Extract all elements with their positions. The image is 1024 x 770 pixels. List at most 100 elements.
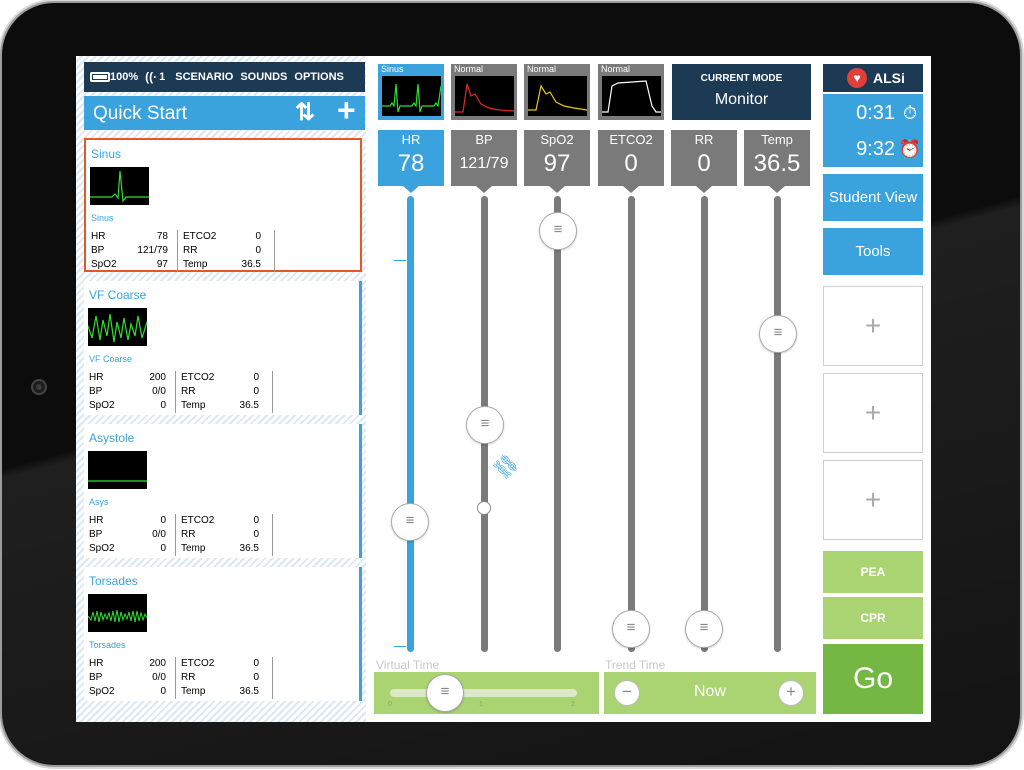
scenario-card-vf-coarse[interactable]: VF Coarse VF Coarse HR 200 ETCO2 0 BP 0/0 RR 0… xyxy=(84,281,362,415)
quick-start-header: Quick Start ⇅ + xyxy=(84,92,365,130)
alarm-clock-icon[interactable]: ⏰ xyxy=(897,139,923,160)
vital-label: Temp xyxy=(181,686,206,697)
hr-slider-handle[interactable]: ≡ xyxy=(391,503,429,541)
rr-slider-track[interactable] xyxy=(701,196,708,652)
vital-name: Temp xyxy=(761,132,793,147)
app-screen: 100% ((· 1 SCENARIO SOUNDS OPTIONS Quick… xyxy=(76,56,931,722)
virtual-time-track[interactable] xyxy=(390,689,577,697)
timers-panel: 0:31 ⏱ 9:32 ⏰ xyxy=(823,94,923,167)
trend-time-label: Trend Time xyxy=(605,658,666,672)
pea-button[interactable]: PEA xyxy=(823,551,923,593)
temp-slider-track[interactable] xyxy=(774,196,781,652)
link-icon[interactable]: ⛓ xyxy=(488,449,524,485)
vital-label: SpO2 xyxy=(89,400,115,411)
menu-options[interactable]: OPTIONS xyxy=(294,71,344,83)
vital-label: RR xyxy=(183,245,198,256)
ecg-thumbnail xyxy=(88,451,147,489)
vitals-grid: HR 200 ETCO2 0 BP 0/0 RR 0 SpO2 0 Temp 36.5 xyxy=(89,657,273,699)
vital-value: 97 xyxy=(543,150,571,177)
bp-diastolic-handle[interactable] xyxy=(477,501,491,515)
menu-scenario[interactable]: SCENARIO xyxy=(175,71,233,83)
scenario-card-asystole[interactable]: Asystole Asys HR 0 ETCO2 0 BP 0/0 RR 0 SpO2 0 Te… xyxy=(84,424,362,558)
vital-label: ETCO2 xyxy=(181,372,215,383)
vital-value: 0 xyxy=(255,231,261,242)
vital-value: 0 xyxy=(697,150,711,177)
alsi-logo-icon: ♥ xyxy=(847,68,867,88)
bp-value-box[interactable]: BP 121/79 xyxy=(451,123,517,193)
spo2-waveform xyxy=(528,84,587,111)
etco2-slider-handle[interactable]: ≡ xyxy=(612,610,650,648)
alsi-logo: ♥ ALSi xyxy=(823,64,923,92)
tools-button[interactable]: Tools xyxy=(823,228,923,275)
etco2-waveform xyxy=(602,80,661,113)
vital-value: 0 xyxy=(160,686,166,697)
vital-name: HR xyxy=(401,132,421,147)
temp-value-box[interactable]: Temp 36.5 xyxy=(744,130,810,193)
vital-name: RR xyxy=(694,132,714,147)
vital-value: 36.5 xyxy=(241,259,261,270)
spo2-value-box[interactable]: SpO2 97 xyxy=(524,123,590,193)
vital-label: Temp xyxy=(181,543,206,554)
add-slot-button-1[interactable]: + xyxy=(823,286,923,366)
vital-value: 78 xyxy=(156,231,168,242)
sort-icon[interactable]: ⇅ xyxy=(295,98,315,127)
scope-label: Sinus xyxy=(381,64,404,74)
etco2-slider-track[interactable] xyxy=(628,196,635,652)
virtual-time-tick: 2 xyxy=(571,701,575,708)
hr-waveform xyxy=(382,83,441,113)
vital-label: ETCO2 xyxy=(181,515,215,526)
ecg-waveform xyxy=(88,609,147,623)
etco2-scope-tile[interactable]: Normal xyxy=(598,64,664,120)
vital-value: 0 xyxy=(624,150,638,177)
vital-name: ETCO2 xyxy=(609,132,653,147)
cpr-button[interactable]: CPR xyxy=(823,597,923,639)
vital-value: 97 xyxy=(156,259,168,270)
vital-value: 36.5 xyxy=(239,686,259,697)
scenario-card-torsades[interactable]: Torsades Torsades HR 200 ETCO2 0 BP 0/0 RR 0 S… xyxy=(84,567,362,701)
rr-value-box[interactable]: RR 0 xyxy=(671,130,737,193)
quick-start-title: Quick Start xyxy=(93,103,187,124)
vital-value: 0 xyxy=(253,515,259,526)
vital-value: 0/0 xyxy=(152,386,166,397)
vital-value: 200 xyxy=(149,372,166,383)
scenario-card-sinus[interactable]: Sinus Sinus HR 78 ETCO2 0 BP 121/79 RR 0 SpO2 9… xyxy=(84,138,362,272)
student-view-button[interactable]: Student View xyxy=(823,174,923,221)
virtual-time-handle[interactable]: ≡ xyxy=(426,674,464,712)
vital-label: BP xyxy=(89,386,103,397)
hr-scope-tile[interactable]: Sinus xyxy=(378,64,444,120)
vital-label: RR xyxy=(181,529,196,540)
temp-slider-handle[interactable]: ≡ xyxy=(759,315,797,353)
menu-sounds[interactable]: SOUNDS xyxy=(240,71,287,83)
vital-name: SpO2 xyxy=(540,132,574,147)
vital-value: 121/79 xyxy=(459,155,509,172)
stopwatch-icon[interactable]: ⏱ xyxy=(897,103,923,124)
add-scenario-button[interactable]: + xyxy=(337,92,356,129)
vital-label: ETCO2 xyxy=(183,231,217,242)
bp-scope-tile[interactable]: Normal xyxy=(451,64,517,120)
scenario-panel: 100% ((· 1 SCENARIO SOUNDS OPTIONS Quick… xyxy=(76,56,366,722)
hr-slider-tick xyxy=(394,260,406,261)
vital-label: RR xyxy=(181,386,196,397)
vital-value: 36.5 xyxy=(239,400,259,411)
virtual-time-label: Virtual Time xyxy=(376,658,440,672)
vital-value: 0 xyxy=(253,658,259,669)
scenario-name: Asystole xyxy=(89,431,135,445)
ecg-thumbnail xyxy=(88,308,147,346)
go-button[interactable]: Go xyxy=(823,644,923,714)
scope-label: Normal xyxy=(527,64,557,74)
spo2-slider-handle[interactable]: ≡ xyxy=(539,212,577,250)
etco2-value-box[interactable]: ETCO2 0 xyxy=(598,123,664,193)
vitals-grid: HR 200 ETCO2 0 BP 0/0 RR 0 SpO2 0 Temp 36.5 xyxy=(89,371,273,413)
vital-label: BP xyxy=(89,529,103,540)
rr-slider-handle[interactable]: ≡ xyxy=(685,610,723,648)
hr-slider-track[interactable] xyxy=(407,196,414,652)
spo2-slider-track[interactable] xyxy=(554,196,561,652)
trend-time-plus-button[interactable]: + xyxy=(778,680,804,706)
hr-value-box[interactable]: HR 78 xyxy=(378,123,444,193)
bp-slider-handle[interactable]: ≡ xyxy=(466,406,504,444)
status-menu-bar: 100% ((· 1 SCENARIO SOUNDS OPTIONS xyxy=(84,62,365,92)
add-slot-button-3[interactable]: + xyxy=(823,460,923,540)
add-slot-button-2[interactable]: + xyxy=(823,373,923,453)
camera-icon xyxy=(31,379,47,395)
spo2-scope-tile[interactable]: Normal xyxy=(524,64,590,120)
